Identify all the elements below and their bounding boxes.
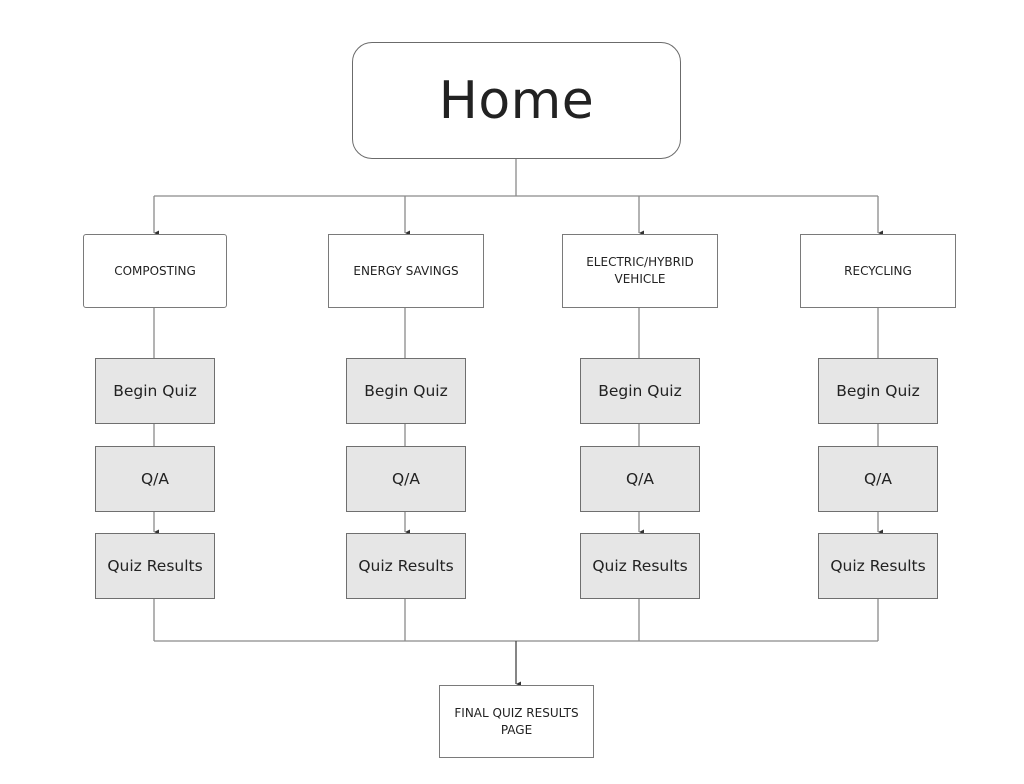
step-label: Begin Quiz <box>113 382 197 400</box>
begin-quiz-node[interactable]: Begin Quiz <box>346 358 466 424</box>
home-label: Home <box>438 70 595 131</box>
step-label: Q/A <box>391 470 421 488</box>
step-label: Q/A <box>863 470 893 488</box>
category-node-composting[interactable]: COMPOSTING <box>83 234 227 308</box>
qa-node[interactable]: Q/A <box>95 446 215 512</box>
begin-quiz-node[interactable]: Begin Quiz <box>818 358 938 424</box>
step-label: Quiz Results <box>830 557 926 575</box>
category-label: RECYCLING <box>844 263 912 278</box>
quiz-results-node[interactable]: Quiz Results <box>95 533 215 599</box>
step-label: Quiz Results <box>592 557 688 575</box>
step-label: Quiz Results <box>358 557 454 575</box>
category-label: COMPOSTING <box>114 263 196 278</box>
quiz-results-node[interactable]: Quiz Results <box>818 533 938 599</box>
step-label: Quiz Results <box>107 557 203 575</box>
home-node[interactable]: Home <box>352 42 681 159</box>
final-quiz-results-node[interactable]: FINAL QUIZ RESULTS PAGE <box>439 685 594 758</box>
step-label: Q/A <box>625 470 655 488</box>
final-label: FINAL QUIZ RESULTS PAGE <box>454 705 579 737</box>
category-node-recycling[interactable]: RECYCLING <box>800 234 956 308</box>
begin-quiz-node[interactable]: Begin Quiz <box>580 358 700 424</box>
category-node-energy-savings[interactable]: ENERGY SAVINGS <box>328 234 484 308</box>
qa-node[interactable]: Q/A <box>346 446 466 512</box>
quiz-results-node[interactable]: Quiz Results <box>346 533 466 599</box>
qa-node[interactable]: Q/A <box>580 446 700 512</box>
category-label: ENERGY SAVINGS <box>353 263 459 278</box>
category-label: ELECTRIC/HYBRID VEHICLE <box>586 255 694 286</box>
step-label: Begin Quiz <box>364 382 448 400</box>
step-label: Begin Quiz <box>836 382 920 400</box>
step-label: Begin Quiz <box>598 382 682 400</box>
qa-node[interactable]: Q/A <box>818 446 938 512</box>
category-node-electric-hybrid-vehicle[interactable]: ELECTRIC/HYBRID VEHICLE <box>562 234 718 308</box>
begin-quiz-node[interactable]: Begin Quiz <box>95 358 215 424</box>
step-label: Q/A <box>140 470 170 488</box>
quiz-results-node[interactable]: Quiz Results <box>580 533 700 599</box>
